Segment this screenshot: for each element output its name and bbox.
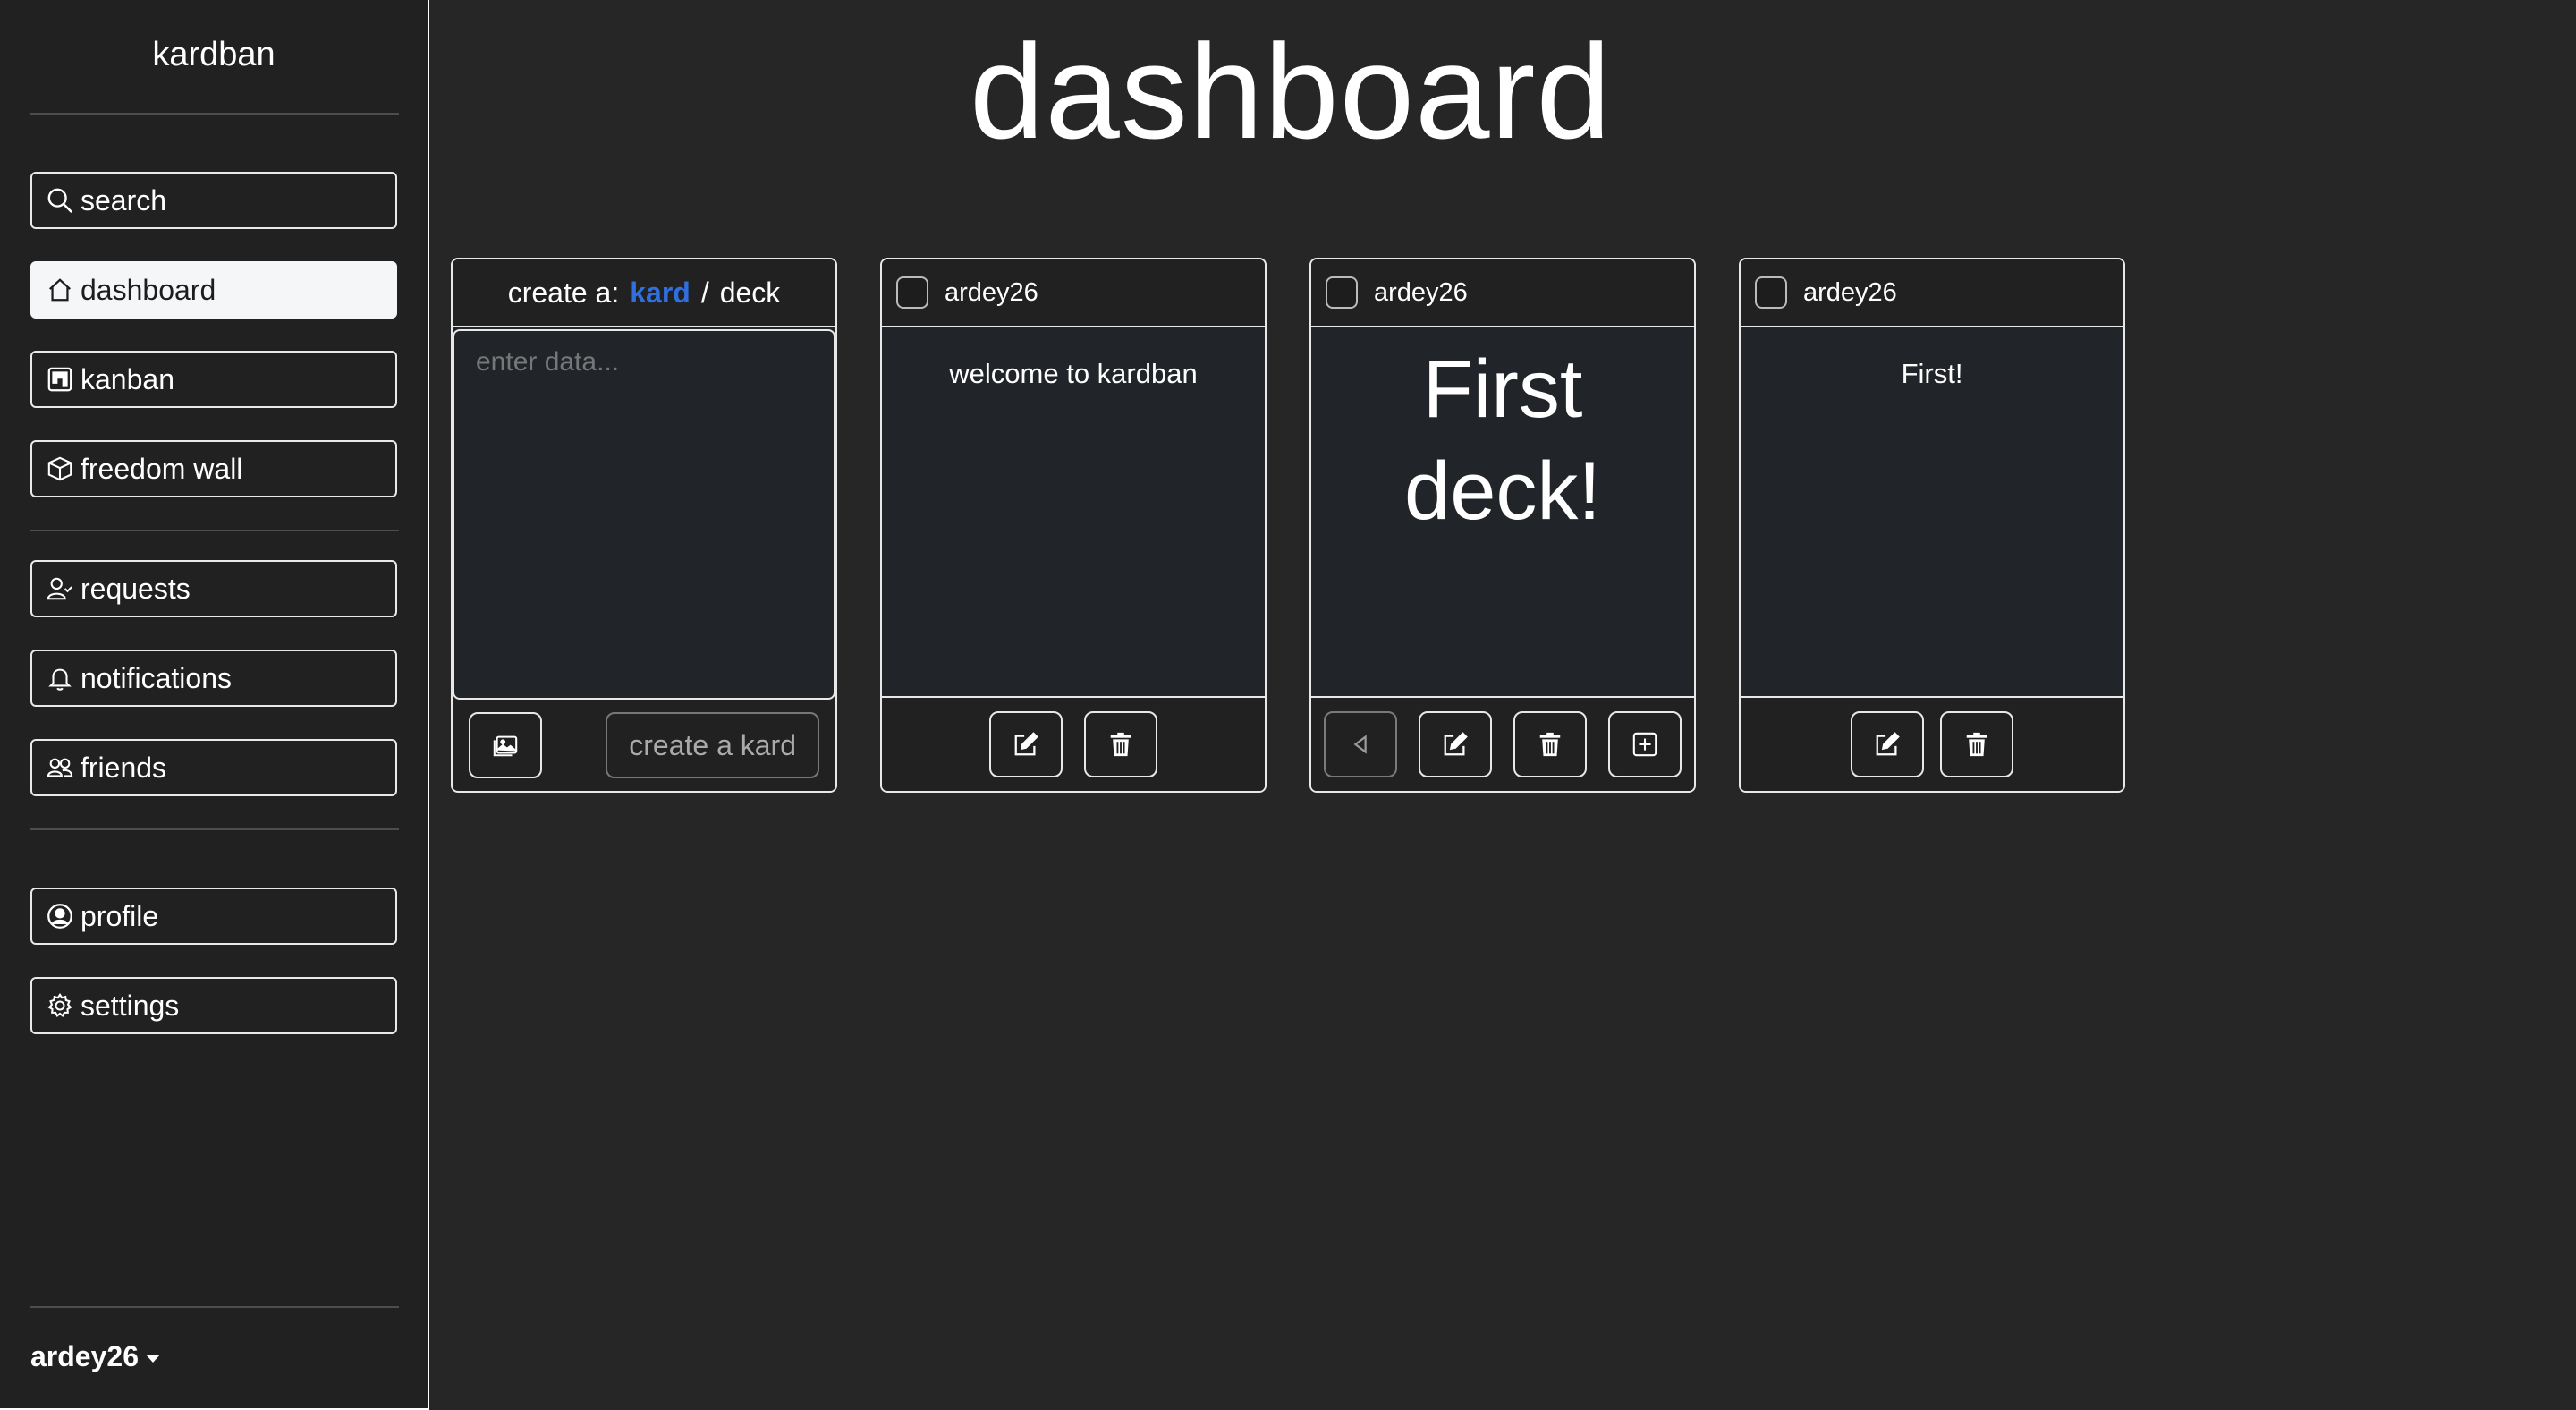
nav-label: settings	[80, 989, 180, 1022]
card-content: First!	[1741, 327, 2123, 698]
edit-button[interactable]	[1419, 711, 1492, 777]
nav-label: kanban	[80, 362, 174, 395]
delete-button[interactable]	[1940, 711, 2013, 777]
create-kard-button[interactable]: create a kard	[606, 712, 819, 778]
nav-kanban[interactable]: kanban	[30, 351, 397, 408]
images-icon	[492, 732, 519, 759]
card-text: welcome to kardban	[949, 358, 1198, 389]
card-author: ardey26	[1803, 277, 1897, 307]
caret-down-icon	[145, 1355, 160, 1363]
nav-label: freedom wall	[80, 452, 243, 485]
card-header: ardey26	[1311, 259, 1694, 327]
nav-friends[interactable]: friends	[30, 739, 397, 796]
create-prefix: create a:	[507, 276, 620, 309]
nav-label: search	[80, 183, 167, 217]
create-footer: create a kard	[453, 700, 835, 791]
delete-button[interactable]	[1084, 711, 1157, 777]
box-icon	[45, 454, 75, 484]
create-card: create a: kard / deck create a kard	[451, 258, 837, 793]
card-content: First deck!	[1311, 327, 1694, 698]
edit-icon	[1442, 731, 1469, 758]
gear-icon	[45, 990, 75, 1021]
home-icon	[45, 275, 75, 305]
option-deck[interactable]: deck	[720, 276, 781, 310]
edit-button[interactable]	[989, 711, 1063, 777]
previous-button[interactable]	[1324, 711, 1397, 777]
card-header: ardey26	[1741, 259, 2123, 327]
avatar	[1326, 276, 1358, 309]
card-header: ardey26	[882, 259, 1265, 327]
card-text: First deck!	[1404, 344, 1601, 537]
edit-button[interactable]	[1851, 711, 1924, 777]
edit-icon	[1013, 731, 1039, 758]
divider	[30, 828, 399, 830]
person-circle-icon	[45, 901, 75, 931]
card-text: First!	[1901, 358, 1963, 389]
sidebar: kardban search dashboard kanban freedom …	[0, 0, 429, 1410]
nav-label: friends	[80, 751, 167, 784]
kard-data-input[interactable]	[453, 329, 835, 700]
deck-card: ardey26 First deck!	[1309, 258, 1696, 793]
plus-square-icon	[1631, 731, 1658, 758]
delete-button[interactable]	[1513, 711, 1587, 777]
option-kard[interactable]: kard	[630, 276, 691, 310]
bell-icon	[45, 663, 75, 693]
nav-notifications[interactable]: notifications	[30, 650, 397, 707]
nav-label: requests	[80, 572, 191, 605]
user-menu[interactable]: ardey26	[30, 1340, 160, 1373]
create-header: create a: kard / deck	[453, 259, 835, 327]
separator: /	[700, 276, 709, 309]
trash-icon	[1537, 731, 1563, 758]
nav-requests[interactable]: requests	[30, 560, 397, 617]
page-title: dashboard	[970, 16, 1612, 166]
brand-name: kardban	[152, 36, 275, 73]
kard-card: ardey26 First!	[1739, 258, 2125, 793]
card-actions	[882, 698, 1265, 791]
add-to-deck-button[interactable]	[1608, 711, 1682, 777]
nav-dashboard[interactable]: dashboard	[30, 261, 397, 319]
card-author: ardey26	[1374, 277, 1468, 307]
divider	[30, 530, 399, 531]
card-actions	[1311, 698, 1694, 791]
card-actions	[1741, 698, 2123, 791]
nav-search[interactable]: search	[30, 172, 397, 229]
people-icon	[45, 752, 75, 783]
image-upload-button[interactable]	[469, 712, 542, 778]
username: ardey26	[30, 1340, 139, 1372]
divider	[30, 1306, 399, 1308]
kanban-icon	[45, 364, 75, 395]
trash-icon	[1107, 731, 1134, 758]
card-content: welcome to kardban	[882, 327, 1265, 698]
edit-icon	[1874, 731, 1901, 758]
nav-label: notifications	[80, 661, 232, 694]
divider	[30, 113, 399, 115]
kard-card: ardey26 welcome to kardban	[880, 258, 1267, 793]
avatar	[896, 276, 928, 309]
nav-freedom-wall[interactable]: freedom wall	[30, 440, 397, 497]
person-check-icon	[45, 573, 75, 604]
nav-label: profile	[80, 899, 159, 932]
search-icon	[45, 185, 75, 216]
card-author: ardey26	[945, 277, 1038, 307]
avatar	[1755, 276, 1787, 309]
caret-left-icon	[1347, 731, 1374, 758]
nav-profile[interactable]: profile	[30, 888, 397, 945]
nav-label: dashboard	[80, 273, 216, 306]
trash-icon	[1963, 731, 1990, 758]
nav-settings[interactable]: settings	[30, 977, 397, 1034]
